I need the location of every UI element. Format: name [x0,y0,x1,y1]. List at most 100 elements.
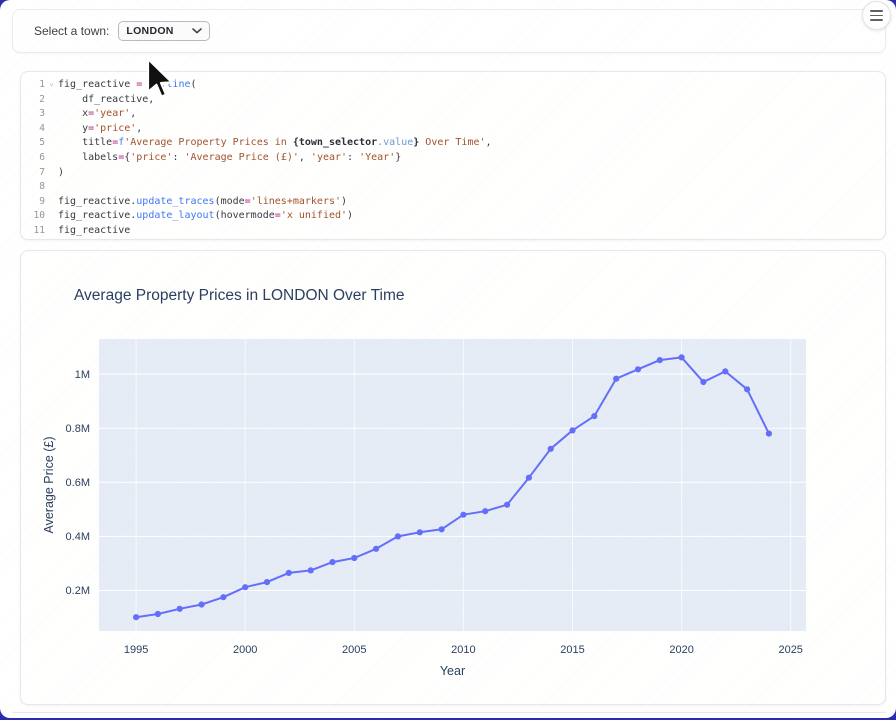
plot-area[interactable] [99,339,806,631]
data-point[interactable] [635,366,641,372]
line-number: 5 [21,136,45,151]
data-point[interactable] [526,475,532,481]
data-point[interactable] [722,368,728,374]
fold-gutter [45,209,58,224]
code-text: df_reactive, [58,93,885,108]
data-point[interactable] [460,512,466,518]
y-axis-title: Average Price (£) [42,436,56,533]
code-text: title=f'Average Property Prices in {town… [58,136,885,151]
hamburger-icon [870,10,883,20]
code-text: x='year', [58,107,885,122]
code-text: y='price', [58,122,885,137]
code-line[interactable]: 9 fig_reactive.update_traces(mode='lines+… [21,195,885,210]
fold-gutter [45,195,58,210]
y-tick-label: 0.2M [66,585,90,597]
fold-gutter [45,122,58,137]
notebook-page: Select a town: LONDON 1˅fig_reactive = p… [0,0,896,718]
data-point[interactable] [373,546,379,552]
line-number: 6 [21,151,45,166]
chevron-down-icon [192,28,202,34]
fold-gutter [45,151,58,166]
data-point[interactable] [264,579,270,585]
data-point[interactable] [657,357,663,363]
data-point[interactable] [220,594,226,600]
y-tick-label: 0.8M [66,423,90,435]
fold-gutter [45,166,58,181]
data-point[interactable] [744,386,750,392]
x-tick-label: 2020 [669,644,693,656]
data-point[interactable] [177,606,183,612]
mouse-cursor [146,57,180,103]
data-point[interactable] [242,584,248,590]
chart-title: Average Property Prices in LONDON Over T… [74,287,405,304]
data-point[interactable] [329,559,335,565]
code-text: fig_reactive [58,224,885,239]
fold-gutter [45,180,58,195]
code-line[interactable]: 5 title=f'Average Property Prices in {to… [21,136,885,151]
line-number: 2 [21,93,45,108]
data-point[interactable] [308,567,314,573]
town-select-value: LONDON [126,25,173,37]
fold-gutter [45,224,58,239]
y-tick-label: 0.6M [66,477,90,489]
data-point[interactable] [591,413,597,419]
line-number: 9 [21,195,45,210]
code-line[interactable]: 7) [21,166,885,181]
x-tick-label: 2005 [342,644,366,656]
code-text [58,180,885,195]
code-line[interactable]: 4 y='price', [21,122,885,137]
data-point[interactable] [482,508,488,514]
line-number: 7 [21,166,45,181]
code-text: fig_reactive.update_layout(hovermode='x … [58,209,885,224]
code-line[interactable]: 8 [21,180,885,195]
output-cell: 1995 2000 2005 2010 2015 2020 2025 0.2M 0.4M 0.6M… [20,250,886,705]
data-point[interactable] [417,529,423,535]
data-point[interactable] [504,502,510,508]
y-tick-label: 0.4M [66,531,90,543]
data-point[interactable] [286,570,292,576]
code-line[interactable]: 3 x='year', [21,107,885,122]
data-point[interactable] [613,376,619,382]
line-number: 3 [21,107,45,122]
data-point[interactable] [133,614,139,620]
town-select-label: Select a town: [34,24,109,38]
data-point[interactable] [199,601,205,607]
line-number: 8 [21,180,45,195]
line-number: 4 [21,122,45,137]
code-text: ) [58,166,885,181]
data-point[interactable] [548,446,554,452]
line-number: 1 [21,78,45,93]
menu-button[interactable] [862,1,891,30]
plotly-chart[interactable]: 1995 2000 2005 2010 2015 2020 2025 0.2M 0.4M 0.6M… [21,251,885,704]
code-line[interactable]: 11 fig_reactive [21,224,885,239]
x-tick-label: 2015 [560,644,584,656]
x-tick-label: 2025 [778,644,802,656]
code-line[interactable]: 10 fig_reactive.update_layout(hovermode='… [21,209,885,224]
x-tick-label: 2010 [451,644,475,656]
data-point[interactable] [679,354,685,360]
widget-header: Select a town: LONDON [12,9,886,53]
data-point[interactable] [766,431,772,437]
fold-gutter [45,93,58,108]
data-point[interactable] [351,555,357,561]
code-text: labels={'price': 'Average Price (£)', 'y… [58,151,885,166]
data-point[interactable] [700,379,706,385]
data-point[interactable] [569,427,575,433]
data-point[interactable] [155,611,161,617]
x-tick-label: 2000 [233,644,257,656]
code-text: fig_reactive = px.line( [58,78,885,93]
data-point[interactable] [439,526,445,532]
code-text: fig_reactive.update_traces(mode='lines+m… [58,195,885,210]
town-select[interactable]: LONDON [118,21,210,41]
code-line[interactable]: 6 labels={'price': 'Average Price (£)', … [21,151,885,166]
data-point[interactable] [395,533,401,539]
y-tick-label: 1M [75,369,90,381]
fold-gutter [45,107,58,122]
fold-gutter [45,136,58,151]
line-number: 11 [21,224,45,239]
line-number: 10 [21,209,45,224]
footer-divider [12,712,886,713]
x-tick-label: 1995 [124,644,148,656]
x-axis-title: Year [440,664,465,678]
fold-chevron-icon[interactable]: ˅ [45,78,58,93]
